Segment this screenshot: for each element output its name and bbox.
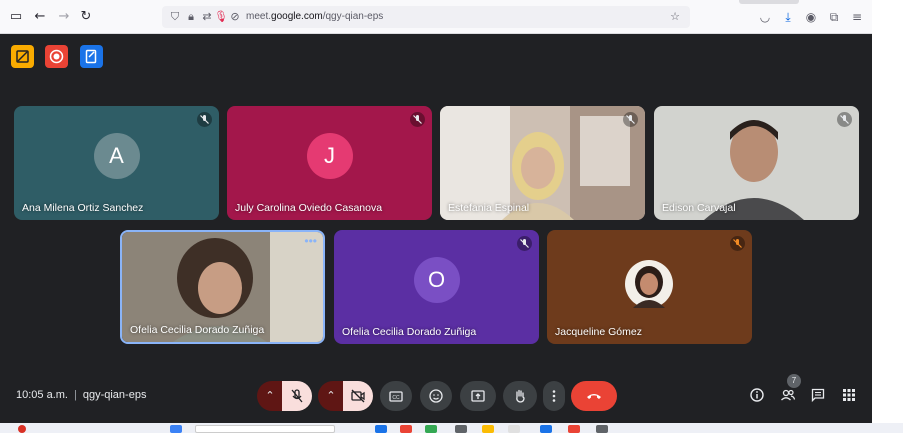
meet-stage: A Ana Milena Ortiz Sanchez J July Caroli… (0, 34, 872, 423)
participant-name: Edison Carvajal (662, 202, 736, 214)
emoji-icon (429, 389, 443, 403)
taskbar-app-icon[interactable] (540, 425, 552, 433)
taskbar-app-icon[interactable] (568, 425, 580, 433)
microphone-permission-icon[interactable]: 🎙︎ (214, 9, 228, 25)
avatar: O (413, 257, 460, 303)
leave-call-button[interactable] (571, 381, 617, 411)
taskbar-app-icon[interactable] (425, 425, 437, 433)
meeting-details-button[interactable] (746, 384, 768, 406)
account-icon[interactable]: ◉ (803, 9, 819, 25)
participant-tile[interactable]: Estefania Espinal (440, 106, 645, 220)
page-margin (872, 0, 903, 433)
captions-button[interactable]: CC (380, 381, 412, 411)
browser-toolbar: ▭ ← → ↻ ⛉ 🔒︎ ⇄ 🎙︎ ⊘ meet.google.com/qgy-… (0, 0, 872, 34)
camera-blocked-icon[interactable]: ⊘ (228, 9, 242, 25)
end-call-icon (587, 394, 601, 399)
active-tab-indicator[interactable] (739, 0, 799, 4)
mic-muted-icon (197, 112, 212, 127)
lock-icon[interactable]: 🔒︎ (184, 9, 198, 25)
participant-tile[interactable]: Jacqueline Gómez (547, 230, 752, 344)
meeting-code: qgy-qian-eps (82, 389, 147, 401)
more-options-icon[interactable]: ••• (304, 235, 317, 250)
participant-name: Estefania Espinal (448, 202, 530, 214)
screen: ▭ ← → ↻ ⛉ 🔒︎ ⇄ 🎙︎ ⊘ meet.google.com/qgy-… (0, 0, 903, 433)
captions-icon: CC (389, 391, 403, 402)
camera-toggle-button[interactable] (343, 381, 373, 411)
notes-button[interactable] (80, 45, 103, 68)
taskbar-folder-icon[interactable] (482, 425, 494, 433)
mic-off-icon (291, 389, 303, 403)
taskbar-app-icon[interactable] (455, 425, 467, 433)
mic-muted-icon (623, 112, 638, 127)
chat-icon (811, 388, 825, 403)
participant-name: Jacqueline Gómez (555, 326, 642, 338)
chevron-up-icon: ⌃ (265, 390, 275, 402)
activities-button[interactable] (838, 384, 860, 406)
pocket-icon[interactable]: ◡ (757, 9, 773, 25)
people-icon (781, 389, 796, 401)
participant-tile-active-speaker[interactable]: ••• Ofelia Cecilia Dorado Zuñiga (120, 230, 325, 344)
divider: | (73, 389, 77, 401)
participant-tile[interactable]: Edison Carvajal (654, 106, 859, 220)
reload-icon[interactable]: ↻ (78, 9, 94, 25)
participant-name: Ofelia Cecilia Dorado Zuñiga (342, 326, 477, 338)
downloads-icon[interactable]: ⤓ (780, 9, 796, 25)
shield-icon[interactable]: ⛉ (168, 9, 182, 25)
menu-icon[interactable]: ≡ (849, 9, 865, 25)
taskbar-app-icon[interactable] (375, 425, 387, 433)
profile-photo (625, 260, 673, 308)
sidebar-icon[interactable]: ▭ (8, 9, 24, 25)
info-icon (750, 388, 764, 402)
taskbar-app-icon[interactable] (508, 425, 520, 433)
svg-text:CC: CC (392, 395, 400, 401)
present-icon (471, 390, 485, 402)
avatar: J (306, 133, 353, 179)
participant-tile[interactable]: O Ofelia Cecilia Dorado Zuñiga (334, 230, 539, 344)
participant-name: Ana Milena Ortiz Sanchez (22, 202, 144, 214)
taskbar-app-icon[interactable] (596, 425, 608, 433)
participant-name: Ofelia Cecilia Dorado Zuñiga (130, 324, 265, 336)
raise-hand-button[interactable] (503, 381, 537, 411)
reactions-button[interactable] (420, 381, 452, 411)
participant-tile[interactable]: A Ana Milena Ortiz Sanchez (14, 106, 219, 220)
video-settings-button[interactable]: ⌃ (318, 381, 344, 411)
present-screen-button[interactable] (460, 381, 496, 411)
people-button[interactable] (777, 384, 799, 406)
bookmark-star-icon[interactable]: ☆ (668, 9, 682, 25)
avatar: A (93, 133, 140, 179)
record-icon (49, 49, 64, 64)
hand-icon (516, 389, 525, 403)
more-options-button[interactable] (543, 381, 565, 411)
audio-settings-button[interactable]: ⌃ (257, 381, 283, 411)
grid-icon (843, 389, 855, 401)
taskbar-app-icon[interactable] (400, 425, 412, 433)
taskbar-search-icon[interactable] (195, 425, 335, 433)
meeting-time: 10:05 a.m. (16, 389, 68, 401)
camera-off-icon (351, 389, 365, 403)
chat-button[interactable] (807, 384, 829, 406)
extensions-icon[interactable]: ⧉ (826, 9, 842, 25)
os-taskbar (0, 423, 903, 433)
address-bar[interactable]: ⛉ 🔒︎ ⇄ 🎙︎ ⊘ meet.google.com/qgy-qian-eps… (162, 6, 690, 28)
mic-muted-icon (837, 112, 852, 127)
participant-name: July Carolina Oviedo Casanova (235, 202, 383, 214)
host-controls-button[interactable] (11, 45, 34, 68)
microphone-toggle-button[interactable] (282, 381, 312, 411)
recording-button[interactable] (45, 45, 68, 68)
url-text: meet.google.com/qgy-qian-eps (246, 11, 384, 22)
notification-icon[interactable] (18, 425, 26, 433)
notes-icon (85, 49, 97, 64)
permissions-icon[interactable]: ⇄ (200, 9, 214, 25)
mic-muted-icon (410, 112, 425, 127)
host-controls-icon (16, 50, 29, 63)
more-vertical-icon (552, 390, 556, 402)
meeting-info: 10:05 a.m. | qgy-qian-eps (16, 389, 146, 401)
forward-icon[interactable]: → (56, 9, 72, 25)
chevron-up-icon: ⌃ (326, 390, 336, 402)
back-icon[interactable]: ← (32, 9, 48, 25)
mic-muted-icon (517, 236, 532, 251)
participant-tile[interactable]: J July Carolina Oviedo Casanova (227, 106, 432, 220)
mic-muted-icon (730, 236, 745, 251)
taskbar-app-icon[interactable] (170, 425, 182, 433)
